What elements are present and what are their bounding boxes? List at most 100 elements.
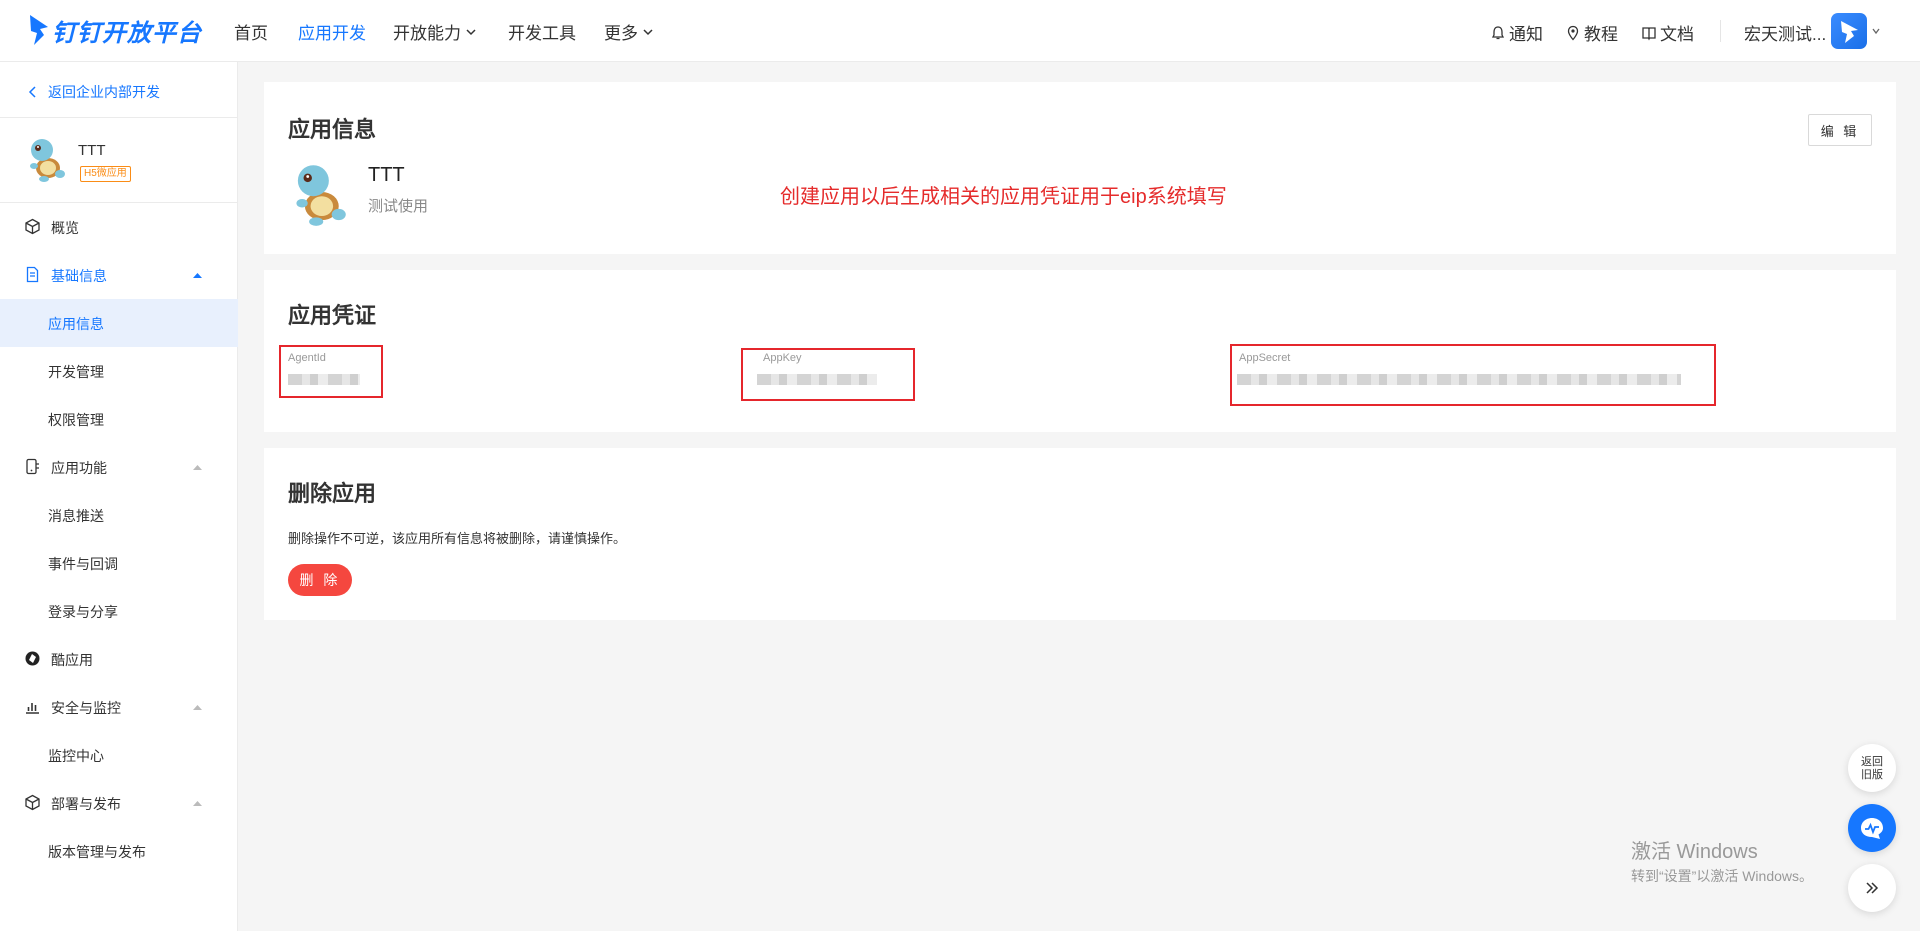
org-switcher[interactable]: 宏天测试... [1744, 20, 1826, 45]
back-to-internal-dev-link[interactable]: 返回企业内部开发 [28, 82, 160, 102]
highlight-box [741, 348, 915, 401]
sidebar-item-label: 事件与回调 [48, 556, 118, 572]
nav-home[interactable]: 首页 [234, 19, 268, 44]
sidebar-item-app-features[interactable]: 应用功能 [0, 443, 238, 491]
sidebar-item-monitoring-center[interactable]: 监控中心 [0, 731, 238, 779]
nav-app-development-label: 应用开发 [298, 24, 366, 43]
nav-separator [1720, 20, 1721, 42]
docs-link[interactable]: 文档 [1641, 20, 1694, 45]
org-name: 宏天测试... [1744, 25, 1827, 44]
nav-dev-tools[interactable]: 开发工具 [508, 19, 576, 44]
app-description: 测试使用 [368, 198, 429, 215]
chevron-down-icon [643, 28, 653, 35]
sidebar-item-security-monitoring[interactable]: 安全与监控 [0, 683, 238, 731]
delete-app-title: 删除应用 [288, 481, 377, 506]
sidebar: 返回企业内部开发 TTT H5微应用 概览 基础信息 应用信息 开发管理 权限管 [0, 62, 238, 931]
caret-up-icon [193, 705, 202, 710]
sidebar-item-login-share[interactable]: 登录与分享 [0, 587, 238, 635]
chevron-down-icon [466, 28, 476, 35]
document-icon [26, 266, 39, 283]
back-link-label: 返回企业内部开发 [48, 84, 160, 100]
sidebar-item-label: 部署与发布 [51, 796, 121, 812]
divider [0, 117, 238, 118]
squirtle-app-icon [30, 139, 65, 182]
sidebar-item-label: 概览 [51, 220, 79, 236]
tutorial-link[interactable]: 教程 [1565, 20, 1618, 45]
app-credentials-card: 应用凭证 AgentId AppKey AppSecret [264, 270, 1896, 432]
chevron-left-icon [28, 86, 36, 98]
app-credentials-title: 应用凭证 [288, 303, 377, 328]
dingtalk-logo-icon [30, 15, 48, 45]
package-icon [25, 794, 40, 811]
edit-button[interactable]: 编 辑 [1808, 114, 1872, 146]
return-old-label-1: 返回 [1861, 756, 1883, 768]
notify-label: 通知 [1509, 25, 1543, 44]
sidebar-item-message-push[interactable]: 消息推送 [0, 491, 238, 539]
bell-icon [1491, 25, 1505, 39]
expand-button[interactable] [1848, 864, 1896, 912]
nav-open-capabilities[interactable]: 开放能力 [393, 19, 476, 44]
sidebar-item-events-callbacks[interactable]: 事件与回调 [0, 539, 238, 587]
nav-open-capabilities-label: 开放能力 [393, 24, 461, 43]
cube-icon [25, 218, 40, 235]
avatar[interactable] [1831, 13, 1867, 49]
book-icon [1642, 26, 1656, 40]
double-chevron-right-icon [1866, 882, 1879, 894]
sidebar-item-label: 版本管理与发布 [48, 844, 146, 860]
cool-app-icon [25, 651, 40, 666]
caret-down-icon[interactable] [1872, 27, 1880, 35]
mobile-app-icon [26, 458, 39, 475]
caret-up-icon [193, 801, 202, 806]
sidebar-item-basic-info[interactable]: 基础信息 [0, 251, 238, 299]
caret-up-icon [193, 465, 202, 470]
notify-link[interactable]: 通知 [1490, 20, 1543, 45]
sidebar-item-label: 权限管理 [48, 412, 104, 428]
watermark-line-1: 激活 Windows [1631, 841, 1758, 863]
caret-up-icon [193, 273, 202, 278]
nav-more-label: 更多 [604, 24, 638, 43]
brand[interactable]: 钉钉开放平台 [28, 12, 202, 48]
sidebar-item-label: 酷应用 [51, 652, 93, 668]
app-name: TTT [368, 164, 405, 186]
docs-label: 文档 [1660, 25, 1694, 44]
return-old-label-2: 旧版 [1861, 769, 1883, 781]
sidebar-item-permission-management[interactable]: 权限管理 [0, 395, 238, 443]
sidebar-item-label: 监控中心 [48, 748, 104, 764]
sidebar-app-name: TTT [78, 142, 106, 159]
sidebar-item-version-release[interactable]: 版本管理与发布 [0, 827, 238, 875]
return-old-version-button[interactable]: 返回 旧版 [1848, 744, 1896, 792]
dingtalk-avatar-icon [1841, 21, 1858, 43]
watermark-line-2: 转到“设置”以激活 Windows。 [1631, 868, 1814, 884]
delete-button[interactable]: 删 除 [288, 564, 352, 596]
annotation-note: 创建应用以后生成相关的应用凭证用于eip系统填写 [780, 186, 1227, 208]
sidebar-item-label: 应用信息 [48, 316, 104, 332]
sidebar-item-label: 消息推送 [48, 508, 104, 524]
sidebar-item-label: 登录与分享 [48, 604, 118, 620]
app-info-card: 应用信息 编 辑 TTT 测试使用 创建应用以后生成相关的应用凭证用于eip系统… [264, 82, 1896, 254]
windows-activation-watermark: 激活 Windows 转到“设置”以激活 Windows。 [1631, 840, 1813, 886]
sidebar-item-label: 开发管理 [48, 364, 104, 380]
app-info-title: 应用信息 [288, 117, 377, 142]
location-pin-icon [1567, 25, 1579, 40]
sidebar-item-dev-management[interactable]: 开发管理 [0, 347, 238, 395]
sidebar-item-overview[interactable]: 概览 [0, 203, 238, 251]
sidebar-item-cool-app[interactable]: 酷应用 [0, 635, 238, 683]
delete-app-card: 删除应用 删除操作不可逆，该应用所有信息将被删除，请谨慎操作。 删 除 [264, 448, 1896, 620]
delete-warning-text: 删除操作不可逆，该应用所有信息将被删除，请谨慎操作。 [288, 531, 627, 546]
brand-name: 钉钉开放平台 [52, 19, 202, 47]
assistant-chat-button[interactable] [1848, 804, 1896, 852]
nav-dev-tools-label: 开发工具 [508, 24, 576, 43]
squirtle-app-icon [296, 165, 346, 226]
sidebar-item-app-info[interactable]: 应用信息 [0, 299, 238, 347]
tutorial-label: 教程 [1584, 25, 1618, 44]
sidebar-item-deploy-release[interactable]: 部署与发布 [0, 779, 238, 827]
chat-assistant-icon [1861, 818, 1883, 839]
app-type-badge: H5微应用 [80, 166, 131, 182]
sidebar-item-label: 基础信息 [51, 268, 107, 284]
nav-more[interactable]: 更多 [604, 19, 653, 44]
highlight-box [279, 345, 383, 398]
sidebar-item-label: 应用功能 [51, 460, 107, 476]
nav-app-development[interactable]: 应用开发 [298, 19, 366, 44]
top-navigation-bar: 钉钉开放平台 首页 应用开发 开放能力 开发工具 更多 通知 教程 文档 宏天测… [0, 0, 1920, 62]
nav-home-label: 首页 [234, 24, 268, 43]
